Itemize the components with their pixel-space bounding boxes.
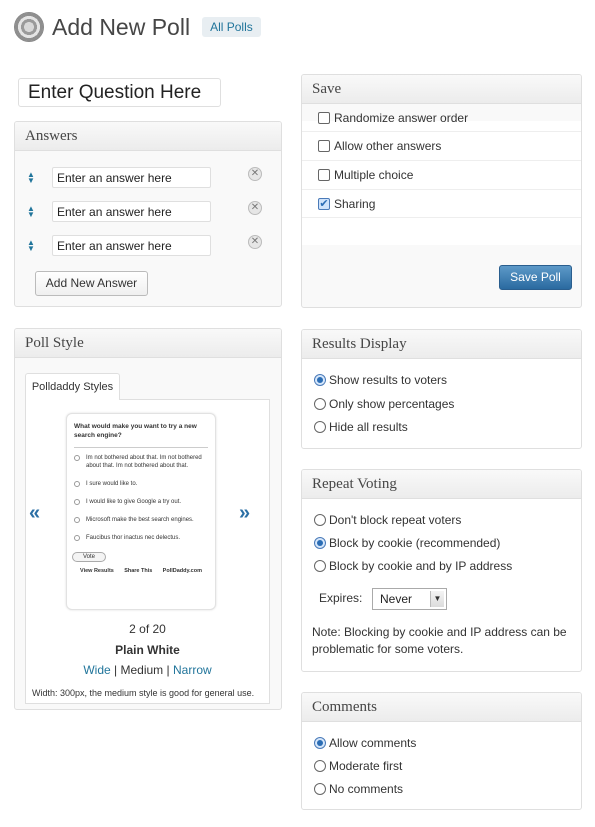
chevron-down-icon: ▼ xyxy=(430,591,444,607)
save-title: Save xyxy=(302,75,581,104)
repeat-voting-box: Repeat Voting Don't block repeat voters … xyxy=(301,469,582,672)
style-description: Width: 300px, the medium style is good f… xyxy=(32,688,255,698)
style-panel: « » What would make you want to try a ne… xyxy=(25,399,270,704)
preview-vote-button: Vote xyxy=(72,552,107,562)
page-header: Add New Poll All Polls xyxy=(14,10,261,44)
answer-row: ▲ ▼ Enter an answer here ✕ xyxy=(15,166,281,190)
answer-input[interactable]: Enter an answer here xyxy=(52,167,211,188)
answer-input[interactable]: Enter an answer here xyxy=(52,201,211,222)
radio-icon xyxy=(74,455,80,461)
only-percentages-radio[interactable] xyxy=(314,398,326,410)
preview-links: View Results Share This PollDaddy.com xyxy=(74,568,208,574)
comments-box: Comments Allow comments Moderate first N… xyxy=(301,692,582,810)
reorder-arrows-icon[interactable]: ▲ ▼ xyxy=(27,171,35,185)
reorder-arrows-icon[interactable]: ▲ ▼ xyxy=(27,239,35,253)
question-input[interactable]: Enter Question Here xyxy=(18,78,221,107)
preview-answer: I sure would like to. xyxy=(74,480,208,488)
option-allow-comments[interactable]: Allow comments xyxy=(314,736,416,750)
results-display-box: Results Display Show results to voters O… xyxy=(301,329,582,449)
save-poll-button[interactable]: Save Poll xyxy=(499,265,572,290)
answer-input[interactable]: Enter an answer here xyxy=(52,235,211,256)
remove-answer-icon[interactable]: ✕ xyxy=(248,201,262,215)
show-results-radio[interactable] xyxy=(314,374,326,386)
preview-answer: Microsoft make the best search engines. xyxy=(74,516,208,524)
poll-style-title: Poll Style xyxy=(15,329,281,358)
option-hide-results[interactable]: Hide all results xyxy=(314,420,408,434)
option-only-percentages[interactable]: Only show percentages xyxy=(314,397,454,411)
radio-icon xyxy=(74,517,80,523)
preview-divider xyxy=(74,447,208,448)
no-comments-radio[interactable] xyxy=(314,783,326,795)
comments-title: Comments xyxy=(302,693,581,722)
poll-style-box: Poll Style Polldaddy Styles « » What wou… xyxy=(14,328,282,710)
previous-style-icon[interactable]: « xyxy=(29,502,40,525)
moderate-first-radio[interactable] xyxy=(314,760,326,772)
option-sharing[interactable]: ✔ Sharing xyxy=(302,190,581,218)
preview-answer: Faucibus thor inactus nec delectus. xyxy=(74,534,208,542)
preview-link: PollDaddy.com xyxy=(162,568,202,574)
size-medium-label: Medium xyxy=(120,663,164,677)
preview-answer: I would like to give Google a try out. xyxy=(74,498,208,506)
option-label: Multiple choice xyxy=(334,168,414,182)
style-preview: What would make you want to try a new se… xyxy=(66,413,216,610)
style-name: Plain White xyxy=(115,643,180,657)
block-cookie-ip-radio[interactable] xyxy=(314,560,326,572)
preview-link: Share This xyxy=(124,568,153,574)
reorder-arrows-icon[interactable]: ▲ ▼ xyxy=(27,205,35,219)
answer-row: ▲ ▼ Enter an answer here ✕ xyxy=(15,200,281,224)
radio-icon xyxy=(74,499,80,505)
expires-select[interactable]: Never ▼ xyxy=(372,588,447,610)
preview-link: View Results xyxy=(80,568,114,574)
allow-other-checkbox[interactable] xyxy=(318,140,330,152)
preview-question: What would make you want to try a new se… xyxy=(74,423,197,439)
option-label: Sharing xyxy=(334,196,376,211)
repeat-voting-note: Note: Blocking by cookie and IP address … xyxy=(312,625,567,656)
results-display-title: Results Display xyxy=(302,330,581,359)
remove-answer-icon[interactable]: ✕ xyxy=(248,167,262,181)
option-dont-block[interactable]: Don't block repeat voters xyxy=(314,513,461,527)
option-randomize[interactable]: Randomize answer order xyxy=(302,104,581,132)
block-cookie-radio[interactable] xyxy=(314,537,326,549)
radio-icon xyxy=(74,481,80,487)
preview-answer: Im not bothered about that. Im not bothe… xyxy=(74,454,208,470)
tab-polldaddy-styles[interactable]: Polldaddy Styles xyxy=(25,373,120,400)
polls-logo-icon xyxy=(14,12,44,42)
allow-comments-radio[interactable] xyxy=(314,737,326,749)
answer-row: ▲ ▼ Enter an answer here ✕ xyxy=(15,234,281,258)
page-title: Add New Poll xyxy=(52,13,191,40)
expires-label: Expires: xyxy=(319,591,363,605)
radio-icon xyxy=(74,535,80,541)
size-narrow-link[interactable]: Narrow xyxy=(173,663,212,677)
randomize-checkbox[interactable] xyxy=(318,111,330,124)
option-moderate-first[interactable]: Moderate first xyxy=(314,759,402,773)
repeat-voting-title: Repeat Voting xyxy=(302,470,581,499)
save-options: Randomize answer order Allow other answe… xyxy=(302,111,581,245)
sharing-checkbox[interactable]: ✔ xyxy=(318,197,330,210)
save-box: Save Randomize answer order Allow other … xyxy=(301,74,582,308)
option-block-cookie-ip[interactable]: Block by cookie and by IP address xyxy=(314,559,512,573)
multiple-choice-checkbox[interactable] xyxy=(318,169,330,181)
answers-title: Answers xyxy=(15,122,281,151)
style-size-options: Wide | Medium | Narrow xyxy=(83,663,212,677)
option-multiple-choice[interactable]: Multiple choice xyxy=(302,161,581,190)
option-no-comments[interactable]: No comments xyxy=(314,782,403,796)
answers-box: Answers ▲ ▼ Enter an answer here ✕ ▲ ▼ Ent… xyxy=(14,121,282,307)
option-allow-other[interactable]: Allow other answers xyxy=(302,132,581,161)
remove-answer-icon[interactable]: ✕ xyxy=(248,235,262,249)
hide-results-radio[interactable] xyxy=(314,421,326,433)
option-label: Allow other answers xyxy=(334,139,442,153)
next-style-icon[interactable]: » xyxy=(239,502,250,525)
option-block-cookie[interactable]: Block by cookie (recommended) xyxy=(314,536,500,550)
add-new-answer-button[interactable]: Add New Answer xyxy=(35,271,148,296)
all-polls-link[interactable]: All Polls xyxy=(202,17,261,37)
dont-block-radio[interactable] xyxy=(314,514,326,526)
style-counter: 2 of 20 xyxy=(129,622,166,636)
option-show-results[interactable]: Show results to voters xyxy=(314,373,447,387)
size-wide-link[interactable]: Wide xyxy=(83,663,110,677)
option-label: Randomize answer order xyxy=(334,110,469,125)
